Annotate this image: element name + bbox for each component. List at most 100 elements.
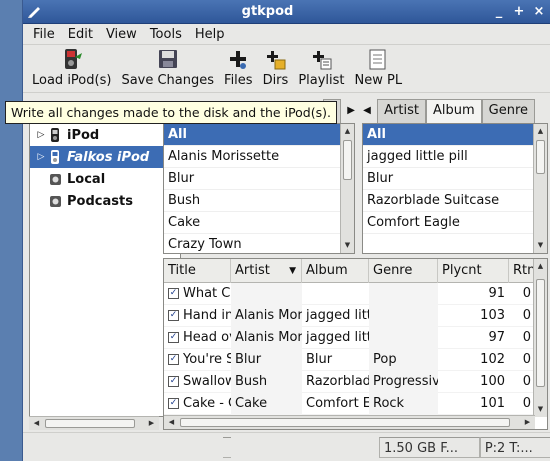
artist-list-item[interactable]: Blur — [164, 168, 354, 190]
album-list-item[interactable]: Comfort Eagle — [363, 212, 547, 234]
add-playlist-button[interactable]: Playlist — [293, 44, 349, 92]
track-plycnt-cell: 102 — [480, 351, 505, 367]
scroll-thumb[interactable] — [343, 140, 352, 180]
scroll-thumb[interactable] — [45, 419, 135, 428]
track-rtng-cell: 0 — [522, 351, 531, 367]
menu-bar: File Edit View Tools Help — [23, 24, 550, 45]
track-list-vscrollbar[interactable]: ▲ ▼ — [533, 259, 547, 417]
track-checkbox[interactable]: ✓ — [168, 375, 179, 387]
scroll-down-icon[interactable]: ▼ — [341, 239, 354, 252]
artist-list-scrollbar[interactable]: ▲ ▼ — [340, 124, 354, 253]
track-rtng-cell: 0 — [522, 395, 531, 411]
new-playlist-label: New PL — [354, 73, 403, 88]
track-artist-cell: Cake — [231, 392, 302, 415]
album-list-item[interactable]: Razorblade Suitcase — [363, 190, 547, 212]
track-title: What Co — [183, 285, 231, 301]
tree-item[interactable]: Local — [30, 168, 180, 190]
save-icon — [156, 47, 180, 71]
album-list-item[interactable]: jagged little pill — [363, 146, 547, 168]
minimize-button[interactable]: _ — [490, 3, 508, 21]
tab-scroll-right-icon[interactable]: ▶ — [345, 99, 357, 123]
track-checkbox[interactable]: ✓ — [168, 331, 179, 343]
track-row[interactable]: ✓ You're S Blur Blur Pop 102 0 — [164, 348, 535, 371]
add-dirs-button[interactable]: Dirs — [258, 44, 294, 92]
add-files-icon — [226, 47, 250, 71]
album-list-scrollbar[interactable]: ▲ ▼ — [533, 124, 547, 253]
maximize-button[interactable]: + — [510, 3, 528, 21]
tab-artist[interactable]: Artist — [377, 99, 426, 123]
track-rtng-cell: 0 — [522, 285, 531, 301]
column-artist[interactable]: Artist ▼ — [231, 259, 302, 283]
tab-scroll-left-icon[interactable]: ◀ — [361, 99, 373, 123]
track-plycnt-cell: 91 — [488, 285, 505, 301]
new-playlist-button[interactable]: New PL — [350, 44, 408, 92]
scroll-right-icon[interactable]: ▶ — [145, 417, 158, 430]
artist-list-item[interactable]: Bush — [164, 190, 354, 212]
menu-view[interactable]: View — [100, 27, 144, 42]
scroll-thumb[interactable] — [536, 279, 545, 387]
column-rating[interactable]: Rtng — [509, 259, 535, 283]
track-title-cell: ✓ Hand in — [164, 305, 231, 327]
scroll-down-icon[interactable]: ▼ — [534, 239, 547, 252]
window-menu-icon[interactable] — [23, 1, 45, 23]
artist-list-item[interactable]: All — [164, 124, 354, 146]
track-row[interactable]: ✓ Cake - CCakeComfort ERock 101 0 — [164, 392, 535, 415]
track-row[interactable]: ✓ SwallowBushRazorbladeProgressiv 100 0 — [164, 370, 535, 393]
track-checkbox[interactable]: ✓ — [168, 309, 179, 321]
scroll-down-icon[interactable]: ▼ — [534, 403, 547, 416]
save-changes-button[interactable]: Save Changes — [116, 44, 219, 92]
album-list: All jagged little pill Blur Razorblade Suit… — [362, 123, 548, 254]
status-spacer — [223, 436, 231, 458]
menu-help[interactable]: Help — [189, 27, 232, 42]
scroll-right-icon[interactable]: ▶ — [521, 416, 534, 429]
scroll-left-icon[interactable]: ◀ — [165, 416, 178, 429]
title-bar: gtkpod _ + × — [23, 0, 550, 24]
scroll-thumb[interactable] — [536, 140, 545, 174]
artist-list-item[interactable]: Cake — [164, 212, 354, 234]
close-button[interactable]: × — [530, 3, 548, 21]
tab-genre[interactable]: Genre — [481, 99, 536, 123]
track-checkbox[interactable]: ✓ — [168, 287, 179, 299]
menu-file[interactable]: File — [27, 27, 62, 42]
column-genre[interactable]: Genre — [369, 259, 438, 283]
track-artist-cell: Alanis Mor — [231, 326, 302, 349]
menu-tools[interactable]: Tools — [144, 27, 189, 42]
track-title-cell: ✓ What Co — [164, 283, 231, 305]
album-list-item[interactable]: Blur — [363, 168, 547, 190]
scroll-thumb[interactable] — [180, 418, 510, 427]
track-checkbox[interactable]: ✓ — [168, 353, 179, 365]
save-changes-label: Save Changes — [121, 73, 215, 88]
track-checkbox[interactable]: ✓ — [168, 397, 179, 409]
tree-hscrollbar[interactable]: ◀ ▶ — [29, 416, 159, 430]
track-list-header: Title Artist ▼ Album Genre Plycnt Rtng — [164, 259, 535, 283]
tree-item[interactable]: ▷ iPod — [30, 124, 180, 146]
track-plycnt-cell: 101 — [480, 395, 505, 411]
track-row[interactable]: ✓ Head ovAlanis Morjagged littl 97 0 — [164, 326, 535, 349]
album-list-item[interactable]: All — [363, 124, 547, 146]
expander-icon[interactable]: ▷ — [34, 152, 48, 162]
expander-icon[interactable]: ▷ — [34, 130, 48, 140]
menu-edit[interactable]: Edit — [62, 27, 100, 42]
scroll-up-icon[interactable]: ▲ — [534, 260, 547, 273]
album-tab-strip: ◀ ArtistAlbumGenre ▶ — [361, 99, 550, 141]
track-row[interactable]: ✓ Hand in Alanis Mor jagged littl 103 0 — [164, 304, 535, 327]
scroll-up-icon[interactable]: ▲ — [534, 125, 547, 138]
add-playlist-label: Playlist — [298, 73, 345, 88]
track-album-cell: jagged littl — [306, 329, 369, 345]
tab-album[interactable]: Album — [425, 99, 482, 124]
artist-list-item[interactable]: Alanis Morissette — [164, 146, 354, 168]
scroll-left-icon[interactable]: ◀ — [30, 417, 43, 430]
artist-list-item[interactable]: Crazy Town — [164, 234, 354, 253]
track-list-hscrollbar[interactable]: ◀ ▶ — [164, 415, 535, 429]
scroll-up-icon[interactable]: ▲ — [341, 125, 354, 138]
column-title[interactable]: Title — [164, 259, 231, 283]
column-playcount[interactable]: Plycnt — [438, 259, 509, 283]
tree-item[interactable]: ▷ Falkos iPod — [30, 146, 180, 168]
column-album[interactable]: Album — [302, 259, 369, 283]
load-ipods-button[interactable]: Load iPod(s) — [27, 44, 116, 92]
sort-descending-icon: ▼ — [289, 266, 296, 276]
add-files-button[interactable]: Files — [219, 44, 258, 92]
track-artist-cell: Alanis Mor — [231, 304, 302, 327]
track-row[interactable]: ✓ What Co 91 0 — [164, 282, 535, 305]
tree-item[interactable]: Podcasts — [30, 190, 180, 212]
